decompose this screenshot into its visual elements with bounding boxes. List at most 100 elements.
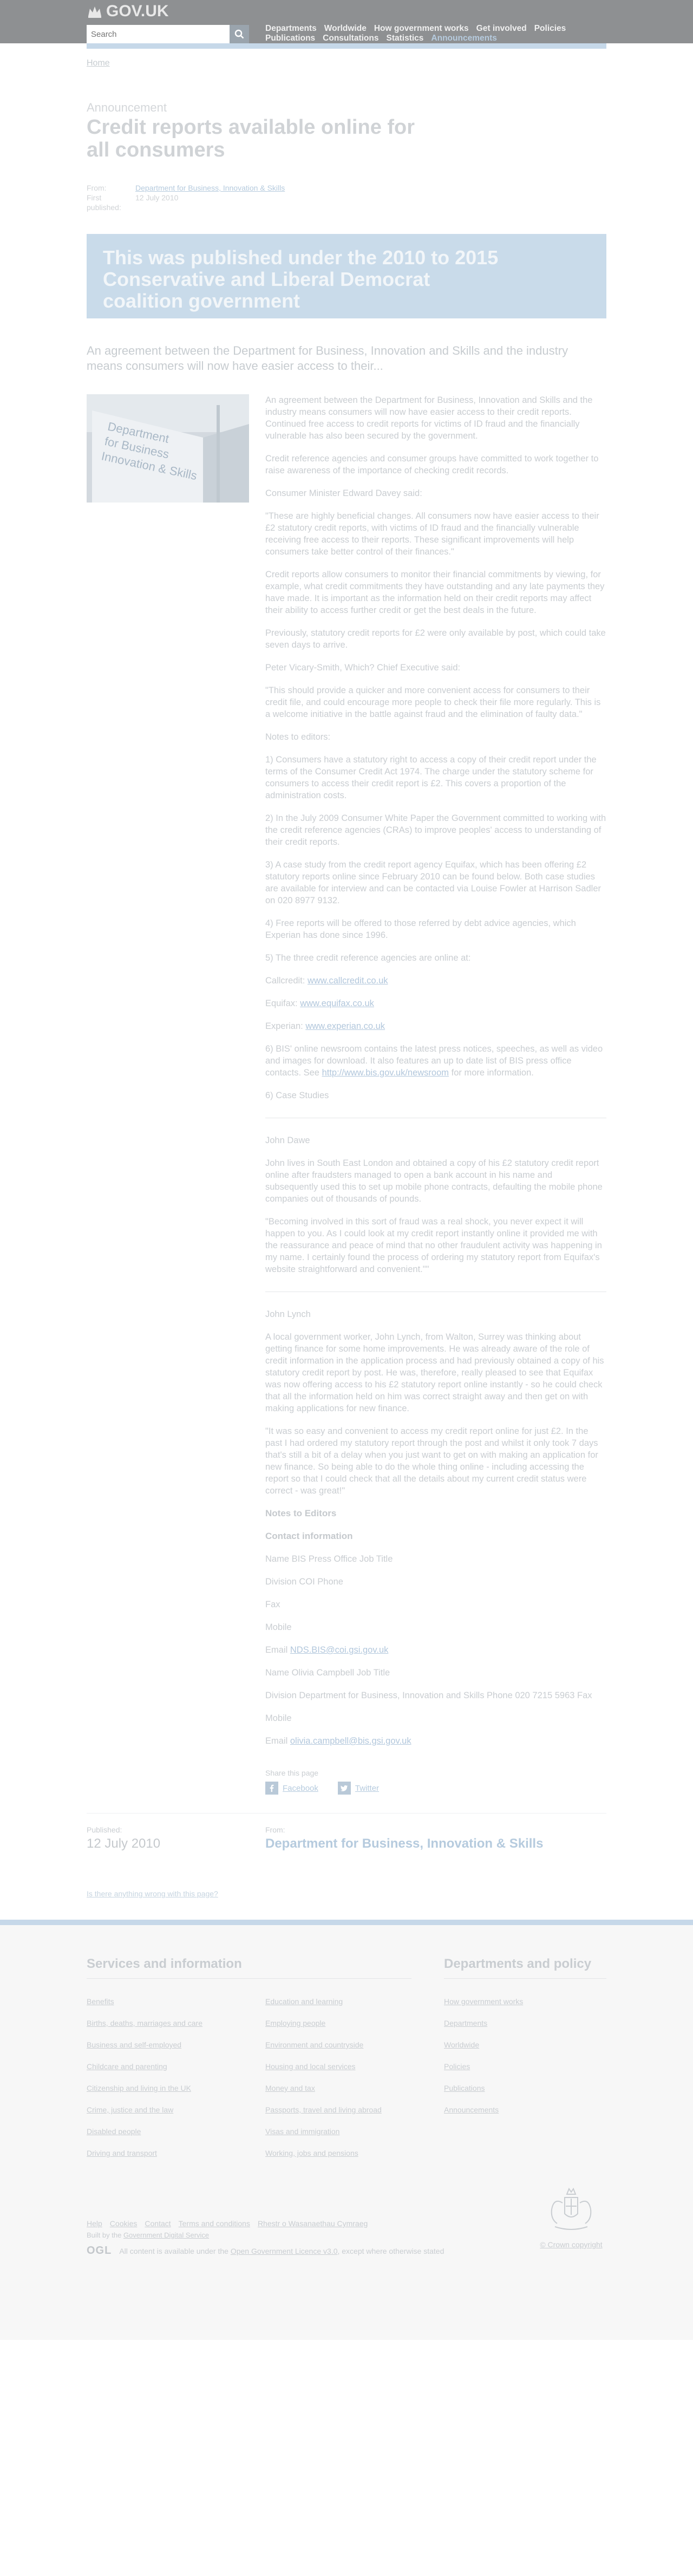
report-problem-link[interactable]: Is there anything wrong with this page? xyxy=(87,1889,218,1898)
footer-link[interactable]: Citizenship and living in the UK xyxy=(87,2083,249,2094)
paragraph: Credit reference agencies and consumer g… xyxy=(265,454,599,475)
footer-link[interactable]: How government works xyxy=(444,1997,606,2007)
search-form xyxy=(87,25,249,44)
cookies-link[interactable]: Cookies xyxy=(110,2219,138,2228)
email-link-2[interactable]: olivia.campbell@bis.gsi.gov.uk xyxy=(290,1736,411,1746)
nav-publications[interactable]: Publications xyxy=(265,34,315,43)
published-label: Published: xyxy=(87,1825,122,1834)
footer-link[interactable]: Working, jobs and pensions xyxy=(265,2148,428,2158)
paragraph: "This should provide a quicker and more … xyxy=(265,686,601,719)
copyright-link[interactable]: © Crown copyright xyxy=(536,2240,606,2249)
facebook-icon xyxy=(265,1782,278,1795)
first-published-label: First published: xyxy=(87,193,121,212)
breadcrumb-home[interactable]: Home xyxy=(87,58,110,68)
contact-line: Name Olivia Campbell Job Title xyxy=(265,1668,390,1678)
summary: An agreement between the Department for … xyxy=(87,344,568,373)
breadcrumb: Home xyxy=(87,58,606,68)
footer-link[interactable]: Driving and transport xyxy=(87,2148,249,2158)
nav-get-involved[interactable]: Get involved xyxy=(476,24,527,34)
article-text: An agreement between the Department for … xyxy=(265,394,606,1747)
from-org-link[interactable]: Department for Business, Innovation & Sk… xyxy=(265,1836,543,1851)
search-button[interactable] xyxy=(230,25,249,43)
footer-link[interactable]: Housing and local services xyxy=(265,2062,428,2072)
footer-link[interactable]: Benefits xyxy=(87,1997,249,2007)
newsroom-link[interactable]: http://www.bis.gov.uk/newsroom xyxy=(322,1068,449,1078)
agency-name: Experian: xyxy=(265,1021,303,1031)
email-label: Email xyxy=(265,1645,288,1655)
help-link[interactable]: Help xyxy=(87,2219,102,2228)
govuk-logo-link[interactable]: GOV.UK xyxy=(87,2,169,21)
page-title: Credit reports available online for all … xyxy=(87,116,415,161)
history-notice: This was published under the 2010 to 201… xyxy=(87,234,606,318)
welsh-link[interactable]: Rhestr o Wasanaethau Cymraeg xyxy=(258,2219,368,2228)
licence: OGL All content is available under the O… xyxy=(87,2245,606,2257)
footer-link[interactable]: Births, deaths, marriages and care xyxy=(87,2018,249,2029)
search-input[interactable] xyxy=(87,25,230,43)
document-type: Announcement xyxy=(87,101,167,114)
nav-departments[interactable]: Departments xyxy=(265,24,317,34)
paragraph: Peter Vicary-Smith, Which? Chief Executi… xyxy=(265,663,461,673)
share-facebook-link[interactable]: Facebook xyxy=(265,1782,318,1795)
published-date: 12 July 2010 xyxy=(87,1836,161,1851)
paragraph: Previously, statutory credit reports for… xyxy=(265,628,606,650)
newsroom-text-end: for more information. xyxy=(449,1068,534,1078)
nav-consultations[interactable]: Consultations xyxy=(323,34,378,43)
services-section: Services and information xyxy=(87,1957,411,1979)
royal-coat-of-arms-icon xyxy=(551,2187,592,2230)
built-by: Built by the Government Digital Service xyxy=(87,2231,606,2239)
equifax-link[interactable]: www.equifax.co.uk xyxy=(300,999,374,1008)
footer-link[interactable]: Announcements xyxy=(444,2105,606,2115)
footer-link[interactable]: Business and self-employed xyxy=(87,2040,249,2050)
footer-link[interactable]: Disabled people xyxy=(87,2127,249,2137)
main-content: Home Announcement Credit reports availab… xyxy=(87,58,606,1898)
metadata: From: Department for Business, Innovatio… xyxy=(87,183,606,212)
callcredit-link[interactable]: www.callcredit.co.uk xyxy=(308,976,388,986)
facebook-label: Facebook xyxy=(283,1783,318,1793)
footer-link[interactable]: Environment and countryside xyxy=(265,2040,428,2050)
title-block: Announcement Credit reports available on… xyxy=(87,101,606,161)
experian-link[interactable]: www.experian.co.uk xyxy=(305,1021,385,1031)
email-label: Email xyxy=(265,1736,288,1746)
footer-link[interactable]: Childcare and parenting xyxy=(87,2062,249,2072)
paragraph: 2) In the July 2009 Consumer White Paper… xyxy=(265,813,606,847)
share-section: Share this page Facebook Twitter xyxy=(265,1769,606,1795)
paragraph: Credit reports allow consumers to monito… xyxy=(265,570,605,615)
contact-link[interactable]: Contact xyxy=(145,2219,171,2228)
nav-policies[interactable]: Policies xyxy=(534,24,566,34)
history-notice-text: This was published under the 2010 to 201… xyxy=(103,246,499,312)
footer-link[interactable]: Worldwide xyxy=(444,2040,606,2050)
agency-experian: Experian: www.experian.co.uk xyxy=(265,1020,606,1032)
nav-statistics[interactable]: Statistics xyxy=(387,34,424,43)
footer-link[interactable]: Publications xyxy=(444,2083,606,2094)
nav-worldwide[interactable]: Worldwide xyxy=(324,24,367,34)
departments-col: How government works Departments Worldwi… xyxy=(444,1997,606,2127)
services-col-1: Benefits Births, deaths, marriages and c… xyxy=(87,1997,249,2170)
nav-announcements[interactable]: Announcements xyxy=(431,34,496,43)
paragraph: 5) The three credit reference agencies a… xyxy=(265,953,471,963)
ogl-link[interactable]: Open Government Licence v3.0 xyxy=(231,2247,338,2255)
footer-link[interactable]: Visas and immigration xyxy=(265,2127,428,2137)
case-studies-label: 6) Case Studies xyxy=(265,1091,329,1100)
nav-how-government-works[interactable]: How government works xyxy=(374,24,469,34)
share-twitter-link[interactable]: Twitter xyxy=(337,1782,379,1795)
paragraph: 1) Consumers have a statutory right to a… xyxy=(265,755,597,800)
footer-link[interactable]: Departments xyxy=(444,2018,606,2029)
footer-link[interactable]: Money and tax xyxy=(265,2083,428,2094)
footer-link[interactable]: Passports, travel and living abroad xyxy=(265,2105,428,2115)
crown-copyright: © Crown copyright xyxy=(536,2181,606,2249)
site-header: GOV.UK Departments Worldwide How governm… xyxy=(0,0,693,43)
footer-link[interactable]: Education and learning xyxy=(265,1997,428,2007)
department-sign-image: Department for Business Innovation & Ski… xyxy=(87,394,249,503)
footer-link[interactable]: Crime, justice and the law xyxy=(87,2105,249,2115)
footer-link[interactable]: Employing people xyxy=(265,2018,428,2029)
site-footer: Services and information Departments and… xyxy=(0,1920,693,2340)
from-label: From: xyxy=(87,184,107,192)
search-icon xyxy=(234,29,244,39)
from-org-link[interactable]: Department for Business, Innovation & Sk… xyxy=(135,183,285,193)
terms-link[interactable]: Terms and conditions xyxy=(179,2219,250,2228)
case-study-1-quote: "Becoming involved in this sort of fraud… xyxy=(265,1217,602,1274)
email-link-1[interactable]: NDS.BIS@coi.gsi.gov.uk xyxy=(290,1645,389,1655)
gds-link[interactable]: Government Digital Service xyxy=(123,2231,209,2239)
case-study-2-quote: "It was so easy and convenient to access… xyxy=(265,1426,598,1496)
footer-link[interactable]: Policies xyxy=(444,2062,606,2072)
